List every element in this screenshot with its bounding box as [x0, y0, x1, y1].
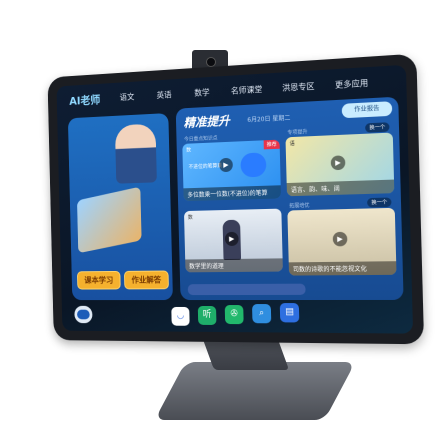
camera-lens-icon — [206, 57, 216, 67]
recommend-tag: 推荐 — [263, 139, 280, 150]
robot-face — [77, 309, 90, 320]
stand-base — [154, 362, 356, 420]
textbook-study-button[interactable]: 课本学习 — [76, 270, 121, 290]
card-caption: 数学里的道理 — [185, 258, 283, 273]
nav-famous-teacher[interactable]: 名师课堂 — [231, 84, 263, 97]
section-special: 专项提升 — [287, 129, 308, 137]
section-expand: 拓展培优 — [289, 202, 310, 210]
play-icon[interactable]: ▶ — [224, 231, 239, 247]
screen: AI老师 语文 英语 数学 名师课堂 洪恩专区 更多应用 课本学习 作业解答 精… — [56, 64, 414, 334]
search-bar[interactable] — [187, 283, 306, 296]
teacher-avatar — [114, 123, 157, 184]
nav-chinese[interactable]: 语文 — [120, 91, 135, 103]
video-card[interactable]: 数 推荐 不进位的笔算乘 ▶ 多位数乘一位数(不进位)的笔算 — [182, 139, 282, 202]
nav-math[interactable]: 数学 — [194, 87, 210, 99]
card-subtitle: 不进位的笔算乘 — [188, 163, 223, 171]
nav-hongen[interactable]: 洪恩专区 — [282, 81, 315, 94]
card-caption: 语言、韵、味、阔 — [286, 179, 395, 197]
listen-icon[interactable]: 听 — [197, 305, 217, 325]
panel-date: 6月20日 星期二 — [247, 114, 291, 124]
video-card[interactable]: 语 ▶ 语言、韵、味、阔 — [285, 132, 395, 197]
swap-button-2[interactable]: 换一个 — [367, 197, 392, 208]
classroom-illustration — [77, 186, 142, 254]
app-dock: ◡ 听 ✇ ⌕ ▤ — [171, 303, 319, 329]
ai-teacher-logo[interactable]: AI老师 — [69, 92, 100, 109]
robot-assistant-icon[interactable] — [74, 305, 93, 324]
homework-answer-button[interactable]: 作业解答 — [123, 270, 169, 290]
play-icon[interactable]: ▶ — [219, 157, 233, 173]
film-icon[interactable]: ✇ — [224, 305, 244, 325]
card-caption: 司数的诗歌的不能忽视文化 — [288, 261, 397, 276]
nav-more-apps[interactable]: 更多应用 — [335, 77, 369, 90]
nav-english[interactable]: 英语 — [156, 89, 171, 101]
book-icon[interactable]: ▤ — [279, 303, 300, 323]
subject-badge: 数 — [186, 147, 192, 154]
subject-badge: 语 — [289, 140, 295, 148]
card-caption: 多位数乘一位数(不进位)的笔算 — [183, 185, 282, 202]
search-zoom-icon[interactable]: ⌕ — [252, 304, 272, 324]
tablet: AI老师 语文 英语 数学 名师课堂 洪恩专区 更多应用 课本学习 作业解答 精… — [47, 53, 425, 345]
subject-badge: 数 — [187, 214, 193, 221]
play-icon[interactable]: ▶ — [330, 155, 346, 171]
mascot — [240, 152, 267, 178]
swap-button[interactable]: 换一个 — [365, 122, 390, 133]
app-store-icon[interactable]: ◡ — [171, 306, 190, 326]
panel-title: 精准提升 — [183, 113, 230, 131]
video-card[interactable]: 数 ▶ 数学里的道理 — [183, 208, 283, 273]
ai-teacher-panel: 课本学习 作业解答 — [67, 113, 173, 301]
video-card[interactable]: ▶ 司数的诗歌的不能忽视文化 — [287, 207, 397, 276]
play-icon[interactable]: ▶ — [332, 231, 348, 247]
precise-improvement-panel: 精准提升 6月20日 星期二 作业报告 换一个 今日重点知识点 专项提升 拓展培… — [175, 96, 404, 301]
homework-report-button[interactable]: 作业报告 — [341, 101, 393, 119]
